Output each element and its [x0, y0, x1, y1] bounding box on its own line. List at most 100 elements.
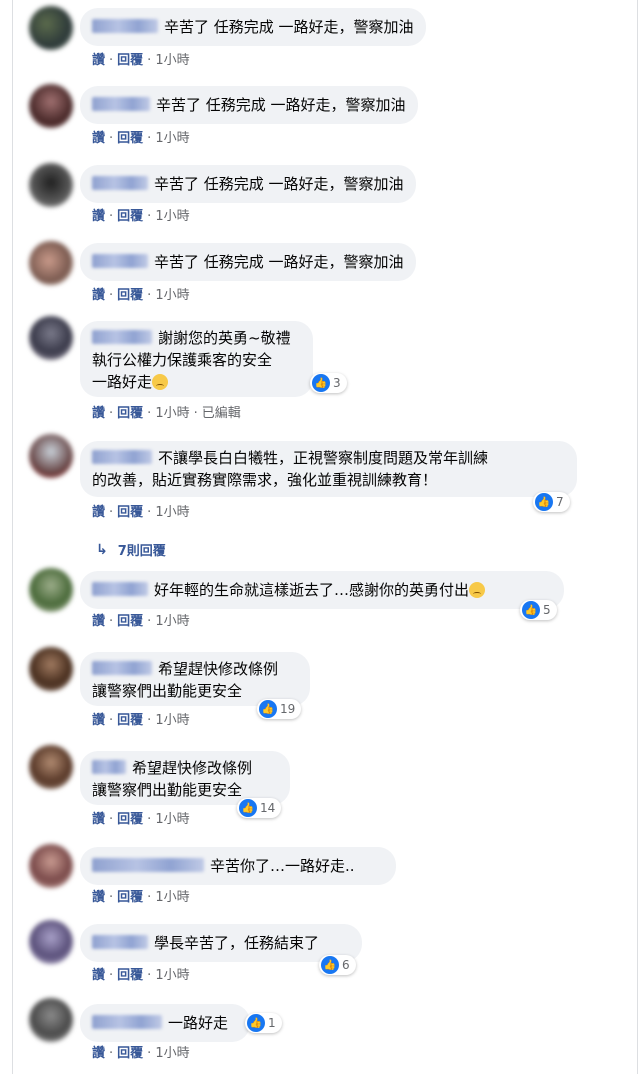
like-icon: 👍 [239, 799, 257, 817]
commenter-name[interactable] [92, 858, 204, 872]
like-button[interactable]: 讚 [92, 614, 105, 629]
comment-bubble: 謝謝您的英勇~敬禮 執行公權力保護乘客的安全 一路好走 [80, 321, 313, 397]
avatar[interactable] [29, 434, 73, 478]
commenter-name[interactable] [92, 935, 148, 949]
comment-bubble: 辛苦了 任務完成 一路好走，警察加油 [80, 165, 416, 203]
like-button[interactable]: 讚 [92, 890, 105, 905]
reply-button[interactable]: 回覆 [117, 614, 143, 629]
comment-text: 辛苦了 任務完成 一路好走，警察加油 [154, 253, 404, 271]
reply-button[interactable]: 回覆 [117, 288, 143, 303]
reaction-count[interactable]: 👍 1 [245, 1013, 282, 1033]
like-icon: 👍 [247, 1014, 265, 1032]
timestamp[interactable]: 1小時 [155, 131, 189, 146]
comment-text: 辛苦了 任務完成 一路好走，警察加油 [164, 18, 414, 36]
comment-bubble: 辛苦了 任務完成 一路好走，警察加油 [80, 8, 426, 46]
commenter-name[interactable] [92, 1015, 162, 1029]
like-icon: 👍 [522, 601, 540, 619]
timestamp[interactable]: 1小時 [155, 890, 189, 905]
like-icon: 👍 [259, 700, 277, 718]
avatar[interactable] [29, 920, 73, 964]
sad-emoji-icon [152, 374, 169, 390]
reaction-count[interactable]: 👍 7 [533, 492, 570, 512]
comment-actions: 讚 · 回覆 · 1小時 [92, 890, 190, 905]
commenter-name[interactable] [92, 97, 150, 111]
commenter-name[interactable] [92, 582, 148, 596]
reply-button[interactable]: 回覆 [117, 131, 143, 146]
comment-text: 辛苦你了…一路好走.. [210, 857, 355, 875]
like-button[interactable]: 讚 [92, 209, 105, 224]
like-button[interactable]: 讚 [92, 505, 105, 520]
timestamp[interactable]: 1小時 [155, 505, 189, 520]
avatar[interactable] [29, 316, 73, 360]
timestamp[interactable]: 1小時 [155, 614, 189, 629]
reply-button[interactable]: 回覆 [117, 209, 143, 224]
reaction-count[interactable]: 👍 14 [237, 798, 282, 818]
like-icon: 👍 [321, 956, 339, 974]
comment-actions: 讚 · 回覆 · 1小時 [92, 968, 190, 983]
commenter-name[interactable] [92, 661, 152, 675]
avatar[interactable] [29, 241, 73, 285]
commenter-name[interactable] [92, 176, 148, 190]
avatar[interactable] [29, 647, 73, 691]
like-button[interactable]: 讚 [92, 406, 105, 421]
reply-arrow-icon: ↳ [96, 541, 108, 558]
sad-emoji-icon [469, 582, 486, 598]
reply-button[interactable]: 回覆 [117, 1046, 143, 1061]
like-button[interactable]: 讚 [92, 968, 105, 983]
timestamp[interactable]: 1小時 [155, 288, 189, 303]
frame-right-border [637, 0, 638, 1074]
reply-button[interactable]: 回覆 [117, 713, 143, 728]
view-replies-link[interactable]: ↳ 7則回覆 [96, 540, 166, 560]
avatar[interactable] [29, 745, 73, 789]
edited-label[interactable]: 已編輯 [202, 406, 241, 421]
reply-button[interactable]: 回覆 [117, 812, 143, 827]
comment-bubble: 好年輕的生命就這樣逝去了…感謝你的英勇付出 [80, 571, 564, 609]
reply-button[interactable]: 回覆 [117, 505, 143, 520]
reply-button[interactable]: 回覆 [117, 406, 143, 421]
timestamp[interactable]: 1小時 [155, 968, 189, 983]
commenter-name[interactable] [92, 450, 152, 464]
avatar[interactable] [29, 163, 73, 207]
like-icon: 👍 [312, 374, 330, 392]
comment-actions: 讚 · 回覆 · 1小時 [92, 614, 190, 629]
avatar[interactable] [29, 998, 73, 1042]
reaction-count[interactable]: 👍 6 [319, 955, 356, 975]
like-button[interactable]: 讚 [92, 288, 105, 303]
like-button[interactable]: 讚 [92, 812, 105, 827]
commenter-name[interactable] [92, 19, 158, 33]
avatar[interactable] [29, 84, 73, 128]
timestamp[interactable]: 1小時 [155, 713, 189, 728]
avatar[interactable] [29, 844, 73, 888]
commenter-name[interactable] [92, 254, 148, 268]
reaction-count[interactable]: 👍 19 [257, 699, 302, 719]
commenter-name[interactable] [92, 760, 126, 774]
comment-text: 辛苦了 任務完成 一路好走，警察加油 [154, 175, 404, 193]
like-icon: 👍 [535, 493, 553, 511]
timestamp[interactable]: 1小時 [155, 406, 189, 421]
comment-bubble: 一路好走 [80, 1004, 250, 1042]
like-button[interactable]: 讚 [92, 53, 105, 68]
like-button[interactable]: 讚 [92, 131, 105, 146]
comment-actions: 讚 · 回覆 · 1小時 [92, 53, 190, 68]
reaction-count[interactable]: 👍 3 [310, 373, 347, 393]
timestamp[interactable]: 1小時 [155, 1046, 189, 1061]
reply-button[interactable]: 回覆 [117, 890, 143, 905]
reaction-count[interactable]: 👍 5 [520, 600, 557, 620]
comment-actions: 讚 · 回覆 · 1小時 [92, 1046, 190, 1061]
comment-actions: 讚 · 回覆 · 1小時 [92, 505, 190, 520]
timestamp[interactable]: 1小時 [155, 209, 189, 224]
avatar[interactable] [29, 6, 73, 50]
reply-button[interactable]: 回覆 [117, 53, 143, 68]
comment-text: 好年輕的生命就這樣逝去了…感謝你的英勇付出 [154, 581, 470, 599]
comment-bubble: 不讓學長白白犧牲，正視警察制度問題及常年訓練 的改善，貼近實務實際需求，強化並重… [80, 441, 577, 497]
like-button[interactable]: 讚 [92, 713, 105, 728]
comment-text: 一路好走 [168, 1014, 229, 1032]
comment-actions: 讚 · 回覆 · 1小時 [92, 812, 190, 827]
timestamp[interactable]: 1小時 [155, 53, 189, 68]
timestamp[interactable]: 1小時 [155, 812, 189, 827]
reply-button[interactable]: 回覆 [117, 968, 143, 983]
avatar[interactable] [29, 568, 73, 612]
like-button[interactable]: 讚 [92, 1046, 105, 1061]
comment-actions: 讚 · 回覆 · 1小時 [92, 209, 190, 224]
commenter-name[interactable] [92, 330, 152, 344]
